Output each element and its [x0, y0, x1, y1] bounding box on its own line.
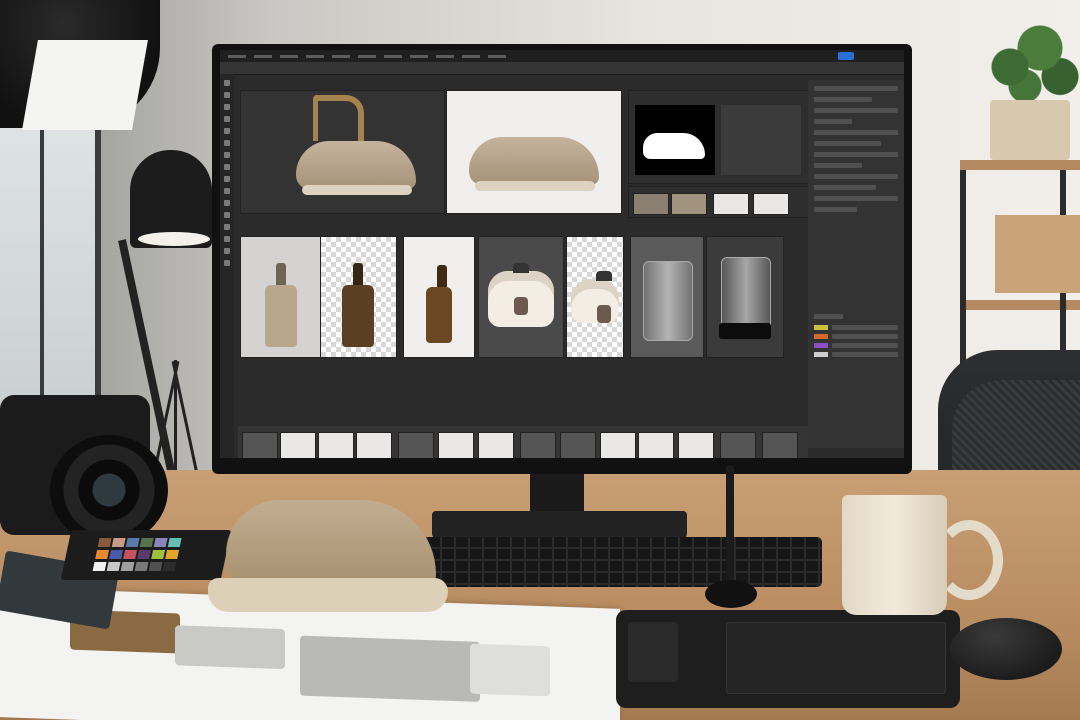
filmstrip-thumb[interactable] — [398, 432, 434, 458]
filmstrip-thumb[interactable] — [318, 432, 354, 458]
filmstrip-thumb[interactable] — [520, 432, 556, 458]
canvas-area[interactable] — [238, 90, 810, 420]
shoe-white-tile[interactable] — [446, 90, 622, 214]
dropper-bottle — [426, 287, 452, 343]
filmstrip-thumb[interactable] — [438, 432, 474, 458]
product-tile[interactable] — [706, 236, 784, 358]
filmstrip-thumb[interactable] — [678, 432, 714, 458]
proof-photo — [300, 635, 480, 702]
jar-lid — [719, 323, 771, 339]
rice-cooker — [488, 263, 554, 327]
variants-strip[interactable] — [628, 186, 810, 218]
coffee-mug — [842, 495, 947, 615]
shoe-studio-tile[interactable] — [240, 90, 445, 214]
product-tile[interactable] — [566, 236, 624, 358]
tripod — [151, 330, 200, 480]
sneaker — [206, 490, 448, 615]
tablet-buttons — [628, 622, 678, 682]
shoe-image — [469, 137, 599, 191]
monitor — [212, 44, 912, 474]
shoe-image — [296, 141, 416, 195]
layer-placeholder — [721, 105, 801, 175]
softbox-diffuser — [22, 40, 148, 130]
keyboard — [386, 537, 822, 587]
shoe-mask-shape — [643, 133, 705, 159]
plant-pot — [990, 100, 1070, 160]
variant-thumb[interactable] — [713, 193, 749, 215]
potted-plant — [980, 10, 1080, 105]
product-tile[interactable] — [320, 236, 397, 358]
photo-scene — [0, 0, 1080, 720]
computer-mouse — [950, 618, 1062, 680]
variant-thumb[interactable] — [753, 193, 789, 215]
variant-thumb[interactable] — [633, 193, 669, 215]
filmstrip-thumb[interactable] — [720, 432, 756, 458]
editor-menubar[interactable] — [220, 50, 904, 62]
rice-cooker — [571, 271, 619, 323]
product-tile[interactable] — [240, 236, 322, 358]
product-tile[interactable] — [630, 236, 704, 358]
options-bar[interactable] — [220, 62, 904, 75]
mask-preview-tile[interactable] — [628, 90, 810, 184]
share-button[interactable] — [838, 52, 854, 60]
glass-jar — [643, 261, 693, 341]
cardboard-box — [995, 215, 1080, 293]
dropper-bottle — [342, 285, 374, 347]
camera-lens — [50, 435, 168, 545]
filmstrip[interactable] — [238, 426, 808, 458]
editor-screen — [220, 50, 904, 458]
filmstrip-thumb[interactable] — [356, 432, 392, 458]
filmstrip-thumb[interactable] — [762, 432, 798, 458]
proof-cooker — [175, 625, 285, 670]
product-tile[interactable] — [403, 236, 475, 358]
proof-jar — [470, 643, 550, 697]
properties-panel[interactable] — [808, 80, 904, 448]
props-stand — [313, 95, 364, 141]
product-tile[interactable] — [478, 236, 564, 358]
filmstrip-thumb[interactable] — [478, 432, 514, 458]
dropper-bottle — [265, 285, 297, 347]
mask-thumbnail — [635, 105, 715, 175]
stylus-pen — [726, 465, 734, 595]
pen-holder — [705, 580, 757, 608]
filmstrip-thumb[interactable] — [560, 432, 596, 458]
tools-panel[interactable] — [220, 74, 234, 458]
desk-lamp-bulb — [138, 232, 210, 246]
filmstrip-thumb[interactable] — [280, 432, 316, 458]
filmstrip-thumb[interactable] — [638, 432, 674, 458]
filmstrip-thumb[interactable] — [242, 432, 278, 458]
variant-thumb[interactable] — [671, 193, 707, 215]
filmstrip-thumb[interactable] — [600, 432, 636, 458]
